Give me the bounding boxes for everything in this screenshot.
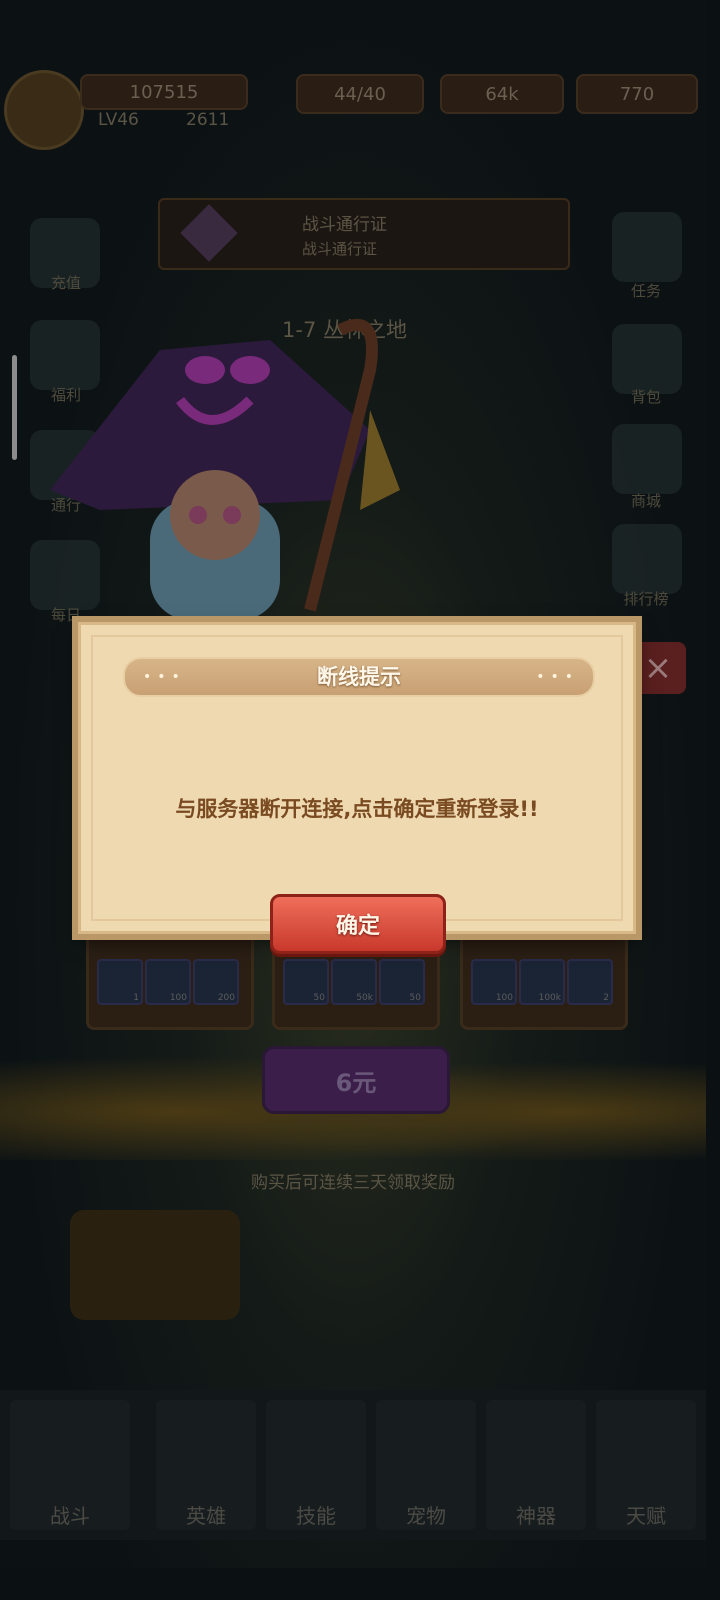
tab-battle-label: 战斗 xyxy=(50,1504,90,1528)
scrollbar[interactable] xyxy=(12,355,17,460)
tab-talent-label: 天赋 xyxy=(626,1504,666,1528)
stamina-display[interactable]: 44/40 xyxy=(296,74,424,114)
witch-character xyxy=(50,319,400,620)
reward-item: 200 xyxy=(193,959,239,1005)
purchase-hint: 购买后可连续三天领取奖励 xyxy=(251,1173,455,1193)
gem-value: 770 xyxy=(619,83,655,105)
close-icon[interactable]: × xyxy=(630,642,686,694)
stamina-value: 44/40 xyxy=(334,83,386,105)
dialog-message: 与服务器断开连接,点击确定重新登录!! xyxy=(175,797,539,821)
battle-pass-title: 战斗通行证 xyxy=(302,215,387,235)
purchase-button[interactable]: 6元 xyxy=(262,1046,450,1114)
reward-item: 1 xyxy=(97,959,143,1005)
gold-display[interactable]: 64k xyxy=(440,74,564,114)
treasure-chest xyxy=(70,1210,240,1320)
ranking-label: 排行榜 xyxy=(623,590,669,608)
reward-item: 2 xyxy=(567,959,613,1005)
power-display: 107515 xyxy=(80,74,248,110)
reward-item: 50k xyxy=(331,959,377,1005)
reward-item: 100k xyxy=(519,959,565,1005)
shop-label: 商城 xyxy=(630,492,661,510)
level-badge: LV46 xyxy=(98,110,139,130)
decor-dots-right: ••• xyxy=(536,669,579,685)
battle-pass-banner[interactable]: 战斗通行证 战斗通行证 xyxy=(158,198,570,270)
ranking-button[interactable] xyxy=(612,524,682,594)
reward-item: 100 xyxy=(145,959,191,1005)
tab-skill-label: 技能 xyxy=(296,1504,336,1528)
reward-card-1[interactable]: 1 100 200 xyxy=(86,928,254,1030)
price-label: 6元 xyxy=(335,1068,377,1097)
reward-item: 100 xyxy=(471,959,517,1005)
tab-hero-label: 英雄 xyxy=(186,1504,226,1528)
sword-count: 2611 xyxy=(186,110,230,130)
tab-artifact-label: 神器 xyxy=(516,1504,556,1528)
player-avatar[interactable] xyxy=(4,70,84,150)
gem-display[interactable]: 770 xyxy=(576,74,698,114)
dialog-title: 断线提示 xyxy=(317,665,401,689)
battle-pass-subtitle: 战斗通行证 xyxy=(302,240,378,258)
reward-item: 50 xyxy=(379,959,425,1005)
reward-item: 50 xyxy=(283,959,329,1005)
reward-card-3[interactable]: 100 100k 2 xyxy=(460,928,628,1030)
dialog-title-band: ••• 断线提示 ••• xyxy=(123,657,595,697)
power-value: 107515 xyxy=(129,81,199,103)
disconnect-dialog: ••• 断线提示 ••• 与服务器断开连接,点击确定重新登录!! xyxy=(78,622,636,934)
quest-button[interactable] xyxy=(612,212,682,282)
battle-pass-icon xyxy=(180,204,238,262)
bag-label: 背包 xyxy=(630,388,661,406)
bag-button[interactable] xyxy=(612,324,682,394)
recharge-label: 充值 xyxy=(50,274,81,292)
shop-button[interactable] xyxy=(612,424,682,494)
confirm-label: 确定 xyxy=(335,914,380,939)
tab-pet-label: 宠物 xyxy=(406,1504,446,1528)
quest-label: 任务 xyxy=(630,282,661,300)
confirm-button[interactable]: 确定 xyxy=(270,894,446,954)
gold-value: 64k xyxy=(485,83,519,105)
